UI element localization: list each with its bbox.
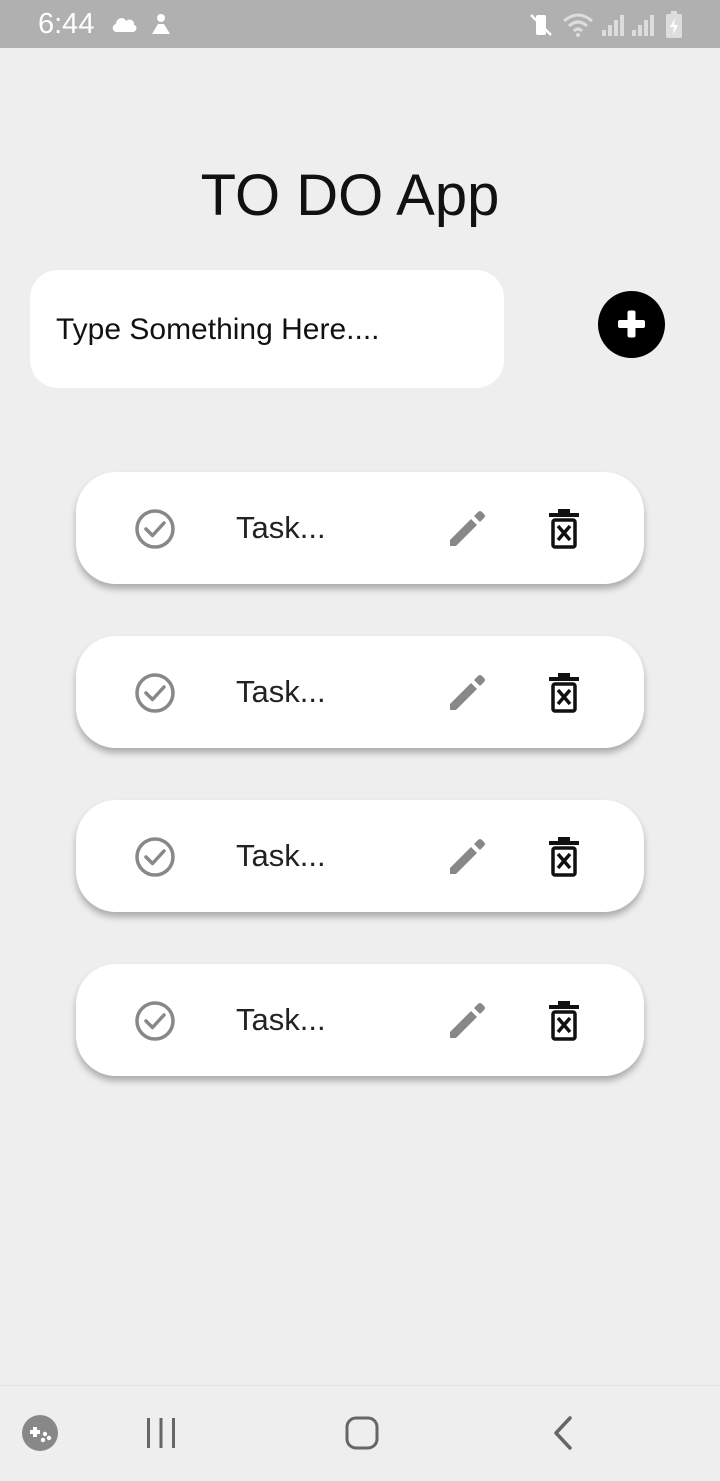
pencil-icon[interactable] <box>446 672 488 714</box>
notification-icon <box>152 14 170 34</box>
signal-icon <box>632 15 654 36</box>
system-nav-bar <box>0 1385 720 1481</box>
add-task-button[interactable] <box>598 291 665 358</box>
pencil-icon[interactable] <box>446 508 488 550</box>
task-input[interactable] <box>54 270 488 390</box>
task-card: Task... <box>76 964 644 1076</box>
trash-icon[interactable] <box>546 672 582 714</box>
task-label: Task... <box>236 674 326 709</box>
plus-icon <box>618 310 645 338</box>
status-bar: 6:44 <box>0 0 720 48</box>
trash-icon[interactable] <box>546 508 582 550</box>
task-card: Task... <box>76 472 644 584</box>
page-title: TO DO App <box>200 163 500 228</box>
trash-icon[interactable] <box>546 1000 582 1042</box>
task-label: Task... <box>236 1002 326 1037</box>
recent-apps-icon[interactable] <box>143 1416 179 1450</box>
wifi-icon <box>563 13 593 37</box>
signal-icon <box>602 15 624 36</box>
pencil-icon[interactable] <box>446 836 488 878</box>
back-icon[interactable] <box>550 1415 578 1451</box>
pencil-icon[interactable] <box>446 1000 488 1042</box>
game-launcher-icon[interactable] <box>21 1414 59 1452</box>
battery-charging-icon <box>666 11 682 38</box>
task-card: Task... <box>76 636 644 748</box>
task-label: Task... <box>236 838 326 873</box>
cloud-icon <box>112 18 137 32</box>
task-label: Task... <box>236 510 326 545</box>
task-input-container <box>30 270 504 390</box>
check-circle-icon[interactable] <box>134 836 176 878</box>
vibrate-off-icon <box>530 14 552 36</box>
status-time: 6:44 <box>38 8 95 40</box>
check-circle-icon[interactable] <box>134 508 176 550</box>
check-circle-icon[interactable] <box>134 672 176 714</box>
check-circle-icon[interactable] <box>134 1000 176 1042</box>
trash-icon[interactable] <box>546 836 582 878</box>
task-card: Task... <box>76 800 644 912</box>
home-icon[interactable] <box>343 1414 381 1452</box>
